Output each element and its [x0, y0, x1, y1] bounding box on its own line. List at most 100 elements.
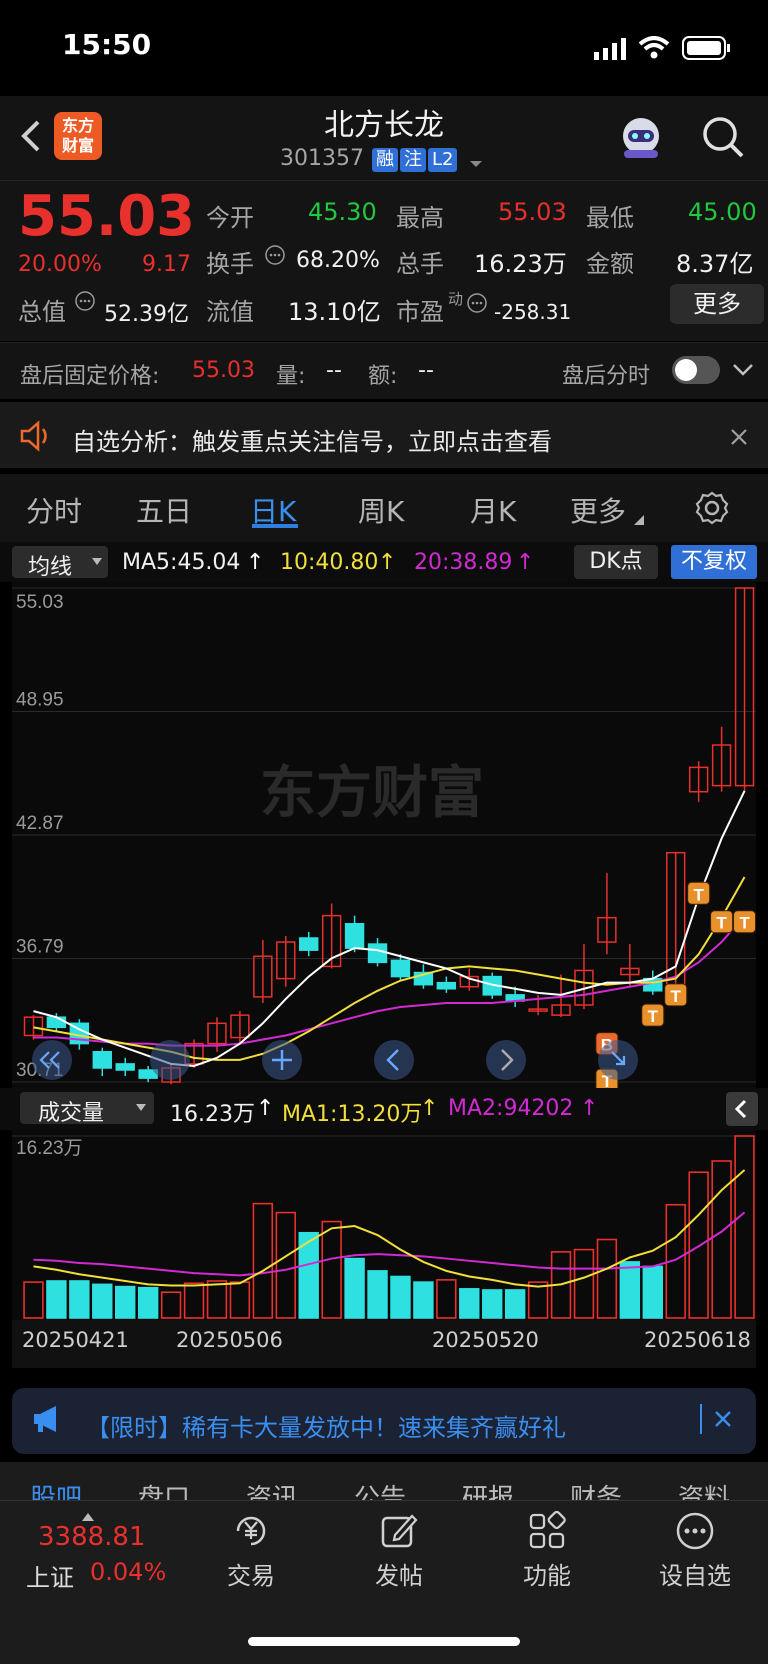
back-icon[interactable]: [374, 1040, 414, 1080]
volume-bar: [137, 1286, 159, 1319]
kline-chart[interactable]: 55.0348.9542.8736.7930.71东方财富BTTTTTT: [12, 582, 756, 1088]
arrow-up-icon: ↑: [378, 550, 397, 575]
amount-label: 金额: [586, 250, 634, 278]
more-button[interactable]: 更多: [670, 284, 764, 324]
volume-indicator-label: 成交量: [38, 1101, 105, 1126]
volume-bar: [367, 1270, 388, 1319]
signal-marker-label: T: [648, 1007, 659, 1026]
turnover-value: 68.20%: [296, 248, 380, 273]
indicator-selector[interactable]: 均线: [12, 546, 108, 580]
high-label: 最高: [396, 204, 444, 232]
volume-ma1: MA1:13.20万: [282, 1102, 423, 1127]
tab-forum[interactable]: 股吧: [30, 1478, 82, 1502]
volume-bar: [482, 1289, 503, 1319]
volume-indicator-selector[interactable]: 成交量: [20, 1092, 154, 1126]
tab-intraday[interactable]: 分时: [26, 490, 82, 530]
wifi-icon: [638, 36, 670, 60]
promo-text: 【限时】稀有卡大量发放中！速来集齐赢好礼: [86, 1414, 566, 1442]
tab-five-day[interactable]: 五日: [136, 490, 192, 530]
candle-body: [46, 1016, 67, 1029]
volume-bar: [115, 1285, 136, 1319]
after-hours-amt-label: 额:: [368, 364, 398, 389]
more-circle-icon[interactable]: [674, 1510, 716, 1552]
compose-icon[interactable]: [378, 1510, 420, 1552]
signal-icon: [594, 38, 628, 60]
speaker-icon: [18, 420, 54, 452]
volume-current: 16.23万: [170, 1102, 255, 1127]
tab-more[interactable]: 更多: [570, 490, 626, 530]
tab-profile[interactable]: 资料: [678, 1478, 730, 1502]
date-label: 20250421: [22, 1328, 129, 1352]
info-icon[interactable]: [74, 290, 96, 312]
high-value: 55.03: [498, 198, 567, 226]
signal-marker-label: T: [739, 914, 750, 933]
tag-margin: 融: [372, 148, 398, 172]
after-hours-chart-label: 盘后分时: [562, 364, 651, 389]
y-tick-label: 55.03: [16, 592, 64, 613]
adjust-button[interactable]: 不复权: [671, 545, 757, 579]
alert-text: 自选分析：触发重点关注信号，立即点击查看: [72, 428, 552, 456]
tab-orderbook[interactable]: 盘口: [138, 1478, 190, 1502]
low-point-icon[interactable]: [150, 1040, 190, 1080]
tag-level2: L2: [428, 148, 458, 172]
zoom-out-icon[interactable]: [598, 1040, 638, 1080]
chevron-down-icon[interactable]: [732, 362, 754, 378]
index-name: 上证: [26, 1564, 74, 1592]
tab-weekly-k[interactable]: 周K: [358, 490, 404, 530]
trade-icon[interactable]: [230, 1510, 272, 1552]
ma5-value: MA5:45.04: [122, 550, 241, 575]
info-icon[interactable]: [466, 292, 488, 314]
open-label: 今开: [206, 204, 254, 232]
tab-announcements[interactable]: 公告: [354, 1478, 406, 1502]
volume-bar: [344, 1257, 365, 1319]
volume-value: 16.23万: [474, 250, 567, 278]
dk-point-button[interactable]: DK点: [574, 545, 658, 579]
last-price: 55.03: [18, 184, 196, 249]
tag-registration: 注: [400, 148, 426, 172]
caret-icon: [634, 510, 644, 525]
chevron-down-icon: [92, 558, 102, 565]
nav-add-watchlist[interactable]: 设自选: [635, 1556, 755, 1591]
nav-functions[interactable]: 功能: [487, 1556, 607, 1591]
dk-point-label: DK点: [589, 549, 643, 574]
tab-research[interactable]: 研报: [462, 1478, 514, 1502]
stock-code: 301357: [280, 146, 364, 171]
close-icon[interactable]: [714, 1410, 732, 1428]
search-icon[interactable]: [700, 114, 746, 160]
collapse-left-icon[interactable]: [726, 1092, 758, 1126]
after-hours-vol: --: [326, 358, 342, 383]
volume-bar: [619, 1261, 641, 1319]
gear-icon[interactable]: [694, 490, 730, 526]
home-indicator: [248, 1637, 520, 1646]
y-tick-label: 48.95: [16, 690, 64, 711]
arrow-up-icon: ↑: [580, 1096, 599, 1121]
candle-body: [344, 923, 365, 949]
forward-icon[interactable]: [486, 1040, 526, 1080]
chevron-down-icon[interactable]: [468, 154, 484, 167]
volume-bar: [504, 1289, 526, 1319]
index-value[interactable]: 3388.81: [38, 1522, 146, 1552]
arrow-up-icon: ↑: [256, 1096, 275, 1121]
volume-top-tick: 16.23万: [16, 1138, 83, 1159]
arrow-up-icon: ↑: [246, 550, 265, 575]
info-icon[interactable]: [264, 244, 286, 266]
signal-marker-label: T: [671, 987, 682, 1006]
tab-news[interactable]: 资讯: [246, 1478, 298, 1502]
volume-chart[interactable]: 16.23万: [12, 1130, 756, 1320]
robot-assistant-icon[interactable]: [616, 112, 666, 162]
change-amount: 9.17: [142, 252, 191, 277]
tab-monthly-k[interactable]: 月K: [470, 490, 516, 530]
nav-post[interactable]: 发帖: [339, 1556, 459, 1591]
y-tick-label: 36.79: [16, 937, 64, 958]
candle-body: [436, 981, 457, 990]
bottom-section-tabs: 股吧 盘口 资讯 公告 研报 财务 资料: [0, 1462, 768, 1502]
close-icon[interactable]: [730, 428, 748, 446]
grid-icon[interactable]: [526, 1510, 568, 1552]
date-label: 20250618: [644, 1328, 751, 1352]
after-hours-vol-label: 量:: [276, 364, 306, 389]
nav-trade[interactable]: 交易: [191, 1556, 311, 1591]
low-label: 最低: [586, 204, 634, 232]
volume-bar: [642, 1265, 663, 1319]
signal-marker-label: T: [693, 885, 704, 904]
tab-finance[interactable]: 财务: [570, 1478, 622, 1502]
